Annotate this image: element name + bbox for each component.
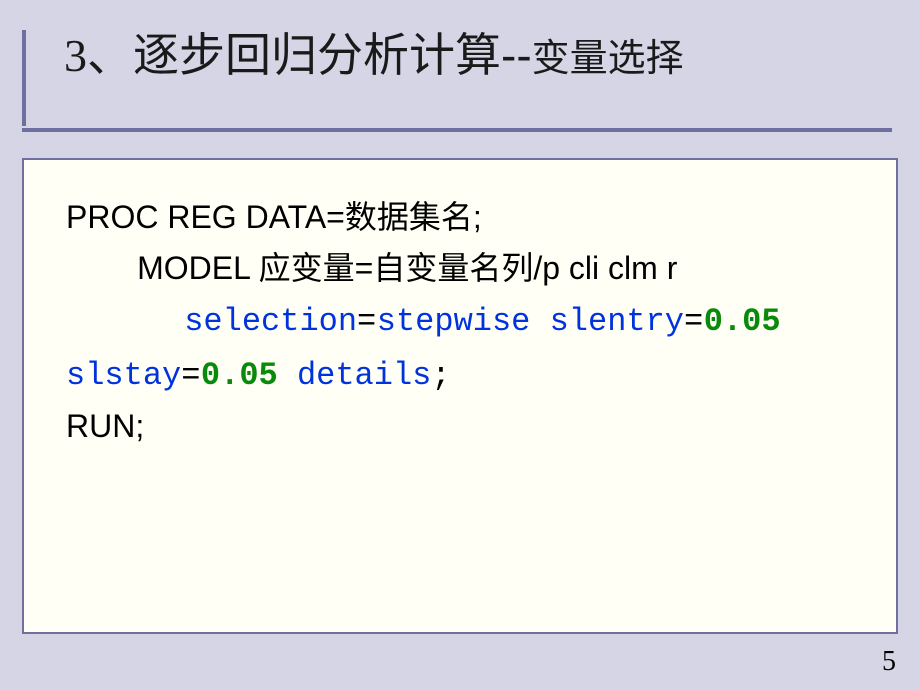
code-l3-stepwise: stepwise	[377, 303, 550, 340]
title-suffix: 变量选择	[532, 38, 684, 80]
title-rule-vertical	[22, 30, 26, 126]
content-box: PROC REG DATA=数据集名; MODEL 应变量=自变量名列/p cl…	[22, 158, 898, 634]
page-number: 5	[882, 646, 896, 678]
code-l2-model: MODEL	[137, 250, 259, 286]
code-l4-slstay: slstay	[66, 357, 181, 394]
code-l1-proc: PROC REG DATA=	[66, 199, 345, 235]
title-dash: --	[501, 29, 532, 81]
code-l4-val: 0.05	[201, 357, 278, 394]
code-l3-indent	[66, 303, 184, 340]
slide-title: 3、逐步回归分析计算--变量选择	[40, 28, 920, 83]
code-l4-eq: =	[181, 357, 201, 394]
code-l4-semi: ;	[431, 357, 451, 394]
code-l1-dataset: 数据集名	[345, 199, 473, 235]
code-l4-details: details	[278, 357, 432, 394]
code-l1-semi: ;	[473, 199, 482, 235]
code-l2-opts: /p cli clm r	[533, 250, 677, 286]
code-l3-eq: =	[357, 303, 377, 340]
code-l2-eq: =	[355, 250, 374, 286]
code-l3-selection: selection	[184, 303, 357, 340]
code-l2-indent	[66, 250, 137, 286]
code-l3-slentry: slentry	[550, 303, 684, 340]
code-l3-val: 0.05	[704, 303, 781, 340]
title-block: 3、逐步回归分析计算--变量选择	[0, 0, 920, 83]
code-l2-ivars: 自变量名列	[373, 250, 533, 286]
slide: 3、逐步回归分析计算--变量选择 PROC REG DATA=数据集名; MOD…	[0, 0, 920, 690]
code-l2-depvar: 应变量	[259, 250, 355, 286]
code-l3-eq2: =	[684, 303, 704, 340]
code-l5-run: RUN;	[66, 408, 144, 444]
code-block: PROC REG DATA=数据集名; MODEL 应变量=自变量名列/p cl…	[24, 160, 896, 472]
title-prefix: 3、逐步回归分析计算	[64, 30, 501, 81]
title-rule-horizontal	[22, 128, 892, 132]
